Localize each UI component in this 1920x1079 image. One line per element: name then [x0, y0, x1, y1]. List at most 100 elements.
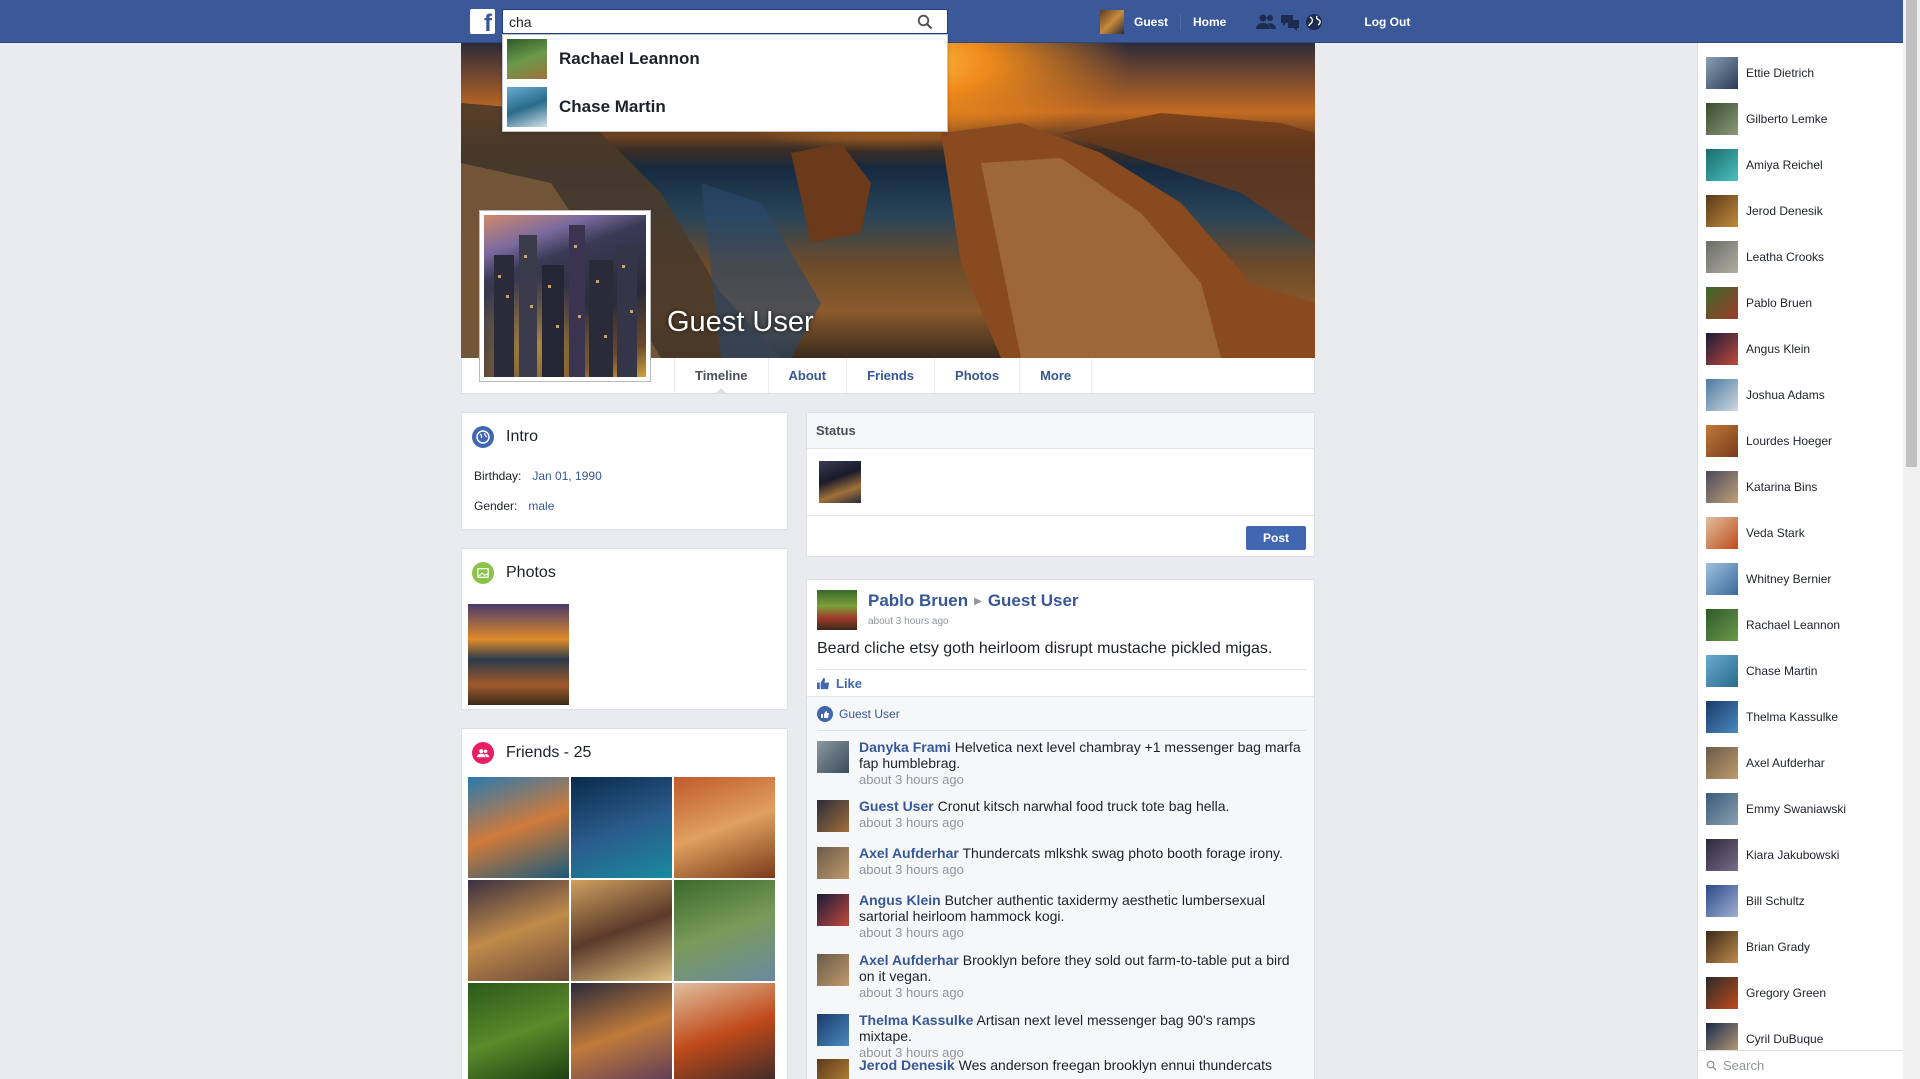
- chat-contact[interactable]: Veda Stark: [1706, 517, 1805, 549]
- friend-tile[interactable]: [468, 983, 569, 1079]
- chat-contact-avatar: [1706, 149, 1738, 181]
- chat-contact-avatar: [1706, 103, 1738, 135]
- chat-contact[interactable]: Gregory Green: [1706, 977, 1826, 1009]
- tab-photos[interactable]: Photos: [934, 358, 1019, 393]
- chat-contact[interactable]: Angus Klein: [1706, 333, 1810, 365]
- logout-link[interactable]: Log Out: [1364, 15, 1410, 29]
- tab-more[interactable]: More: [1019, 358, 1093, 393]
- chat-contact-name: Axel Aufderhar: [1746, 756, 1825, 770]
- chat-contact[interactable]: Rachael Leannon: [1706, 609, 1840, 641]
- friend-tile[interactable]: [674, 880, 775, 981]
- comment-avatar[interactable]: [817, 1014, 849, 1046]
- comment-author[interactable]: Axel Aufderhar: [859, 845, 959, 861]
- chat-contact[interactable]: Whitney Bernier: [1706, 563, 1831, 595]
- chat-contact[interactable]: Ettie Dietrich: [1706, 57, 1814, 89]
- friend-tile[interactable]: [571, 777, 672, 878]
- comment-text: Cronut kitsch narwhal food truck tote ba…: [937, 798, 1230, 814]
- chat-search[interactable]: [1698, 1050, 1904, 1079]
- status-header: Status: [807, 413, 1314, 449]
- nav-home-link[interactable]: Home: [1193, 15, 1226, 29]
- chat-contact[interactable]: Pablo Bruen: [1706, 287, 1812, 319]
- notifications-globe-icon[interactable]: [1304, 13, 1324, 31]
- search-input[interactable]: [503, 10, 903, 33]
- facebook-logo[interactable]: f: [470, 9, 495, 34]
- chat-contact[interactable]: Brian Grady: [1706, 931, 1810, 963]
- post-target-link[interactable]: Guest User: [988, 591, 1079, 610]
- friend-tile[interactable]: [468, 777, 569, 878]
- chat-contact-avatar: [1706, 701, 1738, 733]
- search-result-item[interactable]: Rachael Leannon: [503, 35, 947, 83]
- chat-contact[interactable]: Thelma Kassulke: [1706, 701, 1838, 733]
- comment-author[interactable]: Guest User: [859, 798, 934, 814]
- photo-thumbnail[interactable]: [468, 604, 569, 705]
- like-button[interactable]: Like: [817, 676, 862, 691]
- nav-avatar[interactable]: [1100, 9, 1124, 34]
- tab-timeline[interactable]: Timeline: [674, 358, 768, 394]
- profile-name: Guest User: [667, 306, 814, 338]
- search-icon[interactable]: [917, 14, 933, 30]
- profile-picture-frame[interactable]: [479, 210, 651, 382]
- globe-icon: [472, 426, 494, 448]
- friend-tile[interactable]: [571, 880, 672, 981]
- comment-text: Wes anderson freegan brooklyn ennui thun…: [958, 1057, 1272, 1073]
- birthday-value[interactable]: Jan 01, 1990: [532, 469, 601, 483]
- search-result-item[interactable]: Chase Martin: [503, 83, 947, 131]
- chat-contact-avatar: [1706, 241, 1738, 273]
- comment-author[interactable]: Axel Aufderhar: [859, 952, 959, 968]
- chat-contact[interactable]: Joshua Adams: [1706, 379, 1825, 411]
- chat-contact[interactable]: Leatha Crooks: [1706, 241, 1824, 273]
- chat-contact[interactable]: Jerod Denesik: [1706, 195, 1823, 227]
- tab-friends[interactable]: Friends: [846, 358, 934, 393]
- chat-contact[interactable]: Bill Schultz: [1706, 885, 1805, 917]
- chat-contact-name: Pablo Bruen: [1746, 296, 1813, 310]
- friend-tile[interactable]: [571, 983, 672, 1079]
- photos-title: Photos: [506, 564, 556, 581]
- nav-profile-link[interactable]: Guest: [1134, 15, 1168, 29]
- comment-author[interactable]: Angus Klein: [859, 892, 941, 908]
- chat-contact-avatar: [1706, 609, 1738, 641]
- comment-avatar[interactable]: [817, 954, 849, 986]
- post-button[interactable]: Post: [1246, 526, 1306, 550]
- friend-tile[interactable]: [674, 983, 775, 1079]
- scrollbar-thumb[interactable]: [1906, 0, 1917, 467]
- chat-contact[interactable]: Axel Aufderhar: [1706, 747, 1825, 779]
- comment-author[interactable]: Danyka Frami: [859, 739, 951, 755]
- comment-avatar[interactable]: [817, 1059, 849, 1079]
- scrollbar[interactable]: [1903, 0, 1920, 1079]
- friend-requests-icon[interactable]: [1256, 13, 1277, 31]
- chat-contact[interactable]: Lourdes Hoeger: [1706, 425, 1832, 457]
- comment-avatar[interactable]: [817, 800, 849, 832]
- comment-author[interactable]: Thelma Kassulke: [859, 1012, 973, 1028]
- messages-icon[interactable]: [1280, 13, 1300, 31]
- comment-author[interactable]: Jerod Denesik: [859, 1057, 955, 1073]
- arrow-right-icon: ▶: [974, 596, 982, 607]
- chat-contact-avatar: [1706, 977, 1738, 1009]
- friend-tile[interactable]: [674, 777, 775, 878]
- search-box[interactable]: [502, 9, 948, 34]
- status-avatar: [819, 461, 861, 503]
- post-author-avatar[interactable]: [817, 590, 857, 630]
- chat-contact[interactable]: Kiara Jakubowski: [1706, 839, 1839, 871]
- chat-contact[interactable]: Emmy Swaniawski: [1706, 793, 1846, 825]
- chat-contact[interactable]: Katarina Bins: [1706, 471, 1817, 503]
- status-composer: Status Post: [806, 412, 1315, 557]
- comment-time: about 3 hours ago: [859, 862, 964, 877]
- chat-contact[interactable]: Gilberto Lemke: [1706, 103, 1827, 135]
- chat-contact[interactable]: Chase Martin: [1706, 655, 1817, 687]
- liked-by-link[interactable]: Guest User: [839, 707, 900, 721]
- gender-value[interactable]: male: [528, 499, 554, 513]
- chat-contact-avatar: [1706, 57, 1738, 89]
- top-navigation-bar: f Guest Home Log Out: [0, 0, 1920, 43]
- comment-avatar[interactable]: [817, 894, 849, 926]
- like-count-icon: [817, 706, 833, 722]
- comment-avatar[interactable]: [817, 741, 849, 773]
- friends-title: Friends - 25: [506, 744, 592, 761]
- chat-contact-name: Leatha Crooks: [1746, 250, 1825, 264]
- chat-contact[interactable]: Amiya Reichel: [1706, 149, 1823, 181]
- chat-contact-avatar: [1706, 287, 1738, 319]
- chat-search-input[interactable]: [1723, 1057, 1893, 1073]
- tab-about[interactable]: About: [767, 358, 847, 393]
- comment-avatar[interactable]: [817, 847, 849, 879]
- post-author-link[interactable]: Pablo Bruen: [868, 591, 968, 610]
- friend-tile[interactable]: [468, 880, 569, 981]
